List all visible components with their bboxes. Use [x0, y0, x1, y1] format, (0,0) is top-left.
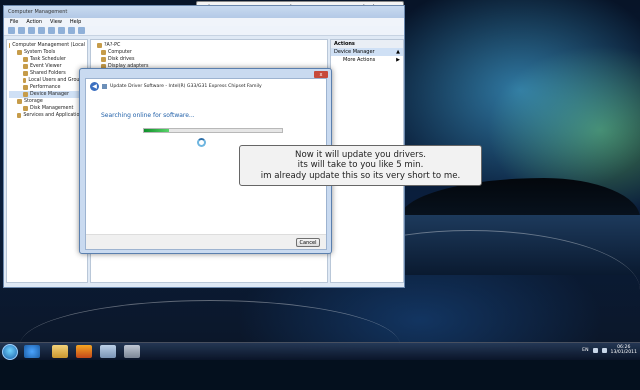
computer-management-taskbar-icon[interactable]: [124, 345, 140, 358]
uninstall-icon[interactable]: [78, 27, 85, 34]
menu-help[interactable]: Help: [70, 19, 81, 25]
storage-icon: [17, 99, 22, 104]
back-arrow-icon: ◀: [92, 83, 97, 90]
taskbar: EN 06:26 13/01/2011: [0, 342, 640, 360]
submenu-arrow-icon: ▶: [396, 57, 400, 63]
note-line: Now it will update you drivers.: [295, 150, 426, 161]
tree-item-local-users[interactable]: Local Users and Groups: [9, 77, 85, 84]
volume-icon[interactable]: [601, 347, 607, 353]
app-window-icon[interactable]: [100, 345, 116, 358]
menu-bar: File Action View Help: [4, 18, 404, 26]
system-tray: EN 06:26 13/01/2011: [582, 345, 637, 355]
tree-item-disk-management[interactable]: Disk Management: [9, 105, 85, 112]
language-indicator[interactable]: EN: [582, 348, 588, 353]
busy-cursor-icon: [197, 138, 206, 147]
services-icon: [17, 113, 22, 118]
clock-icon: [23, 57, 28, 62]
computer-icon: [101, 50, 106, 55]
properties-icon[interactable]: [38, 27, 45, 34]
users-icon: [23, 78, 27, 83]
back-button[interactable]: ◀: [90, 82, 99, 91]
tree-item-shared-folders[interactable]: Shared Folders: [9, 70, 85, 77]
menu-action[interactable]: Action: [26, 19, 42, 25]
performance-icon: [23, 85, 28, 90]
driver-icon: [102, 84, 107, 89]
progress-fill: [144, 129, 169, 132]
start-button[interactable]: [2, 344, 18, 360]
clock-date: 13/01/2011: [610, 350, 637, 356]
tree-item-system-tools[interactable]: System Tools: [9, 49, 85, 56]
help-icon[interactable]: [48, 27, 55, 34]
dialog-footer: Cancel: [86, 234, 326, 249]
device-category-computer[interactable]: Computer: [93, 49, 325, 56]
up-folder-icon[interactable]: [28, 27, 35, 34]
computer-icon: [9, 43, 11, 48]
clock[interactable]: 06:26 13/01/2011: [611, 345, 637, 355]
annotation-note: Now it will update you drivers. its will…: [239, 145, 482, 186]
event-icon: [23, 64, 28, 69]
scan-hardware-icon[interactable]: [58, 27, 65, 34]
tree-item-performance[interactable]: Performance: [9, 84, 85, 91]
note-line: im already update this so its very short…: [260, 170, 461, 181]
menu-file[interactable]: File: [10, 19, 18, 25]
back-arrow-icon[interactable]: [8, 27, 15, 34]
dialog-header: ◀ Update Driver Software - Intel(R) G33/…: [86, 79, 326, 94]
internet-explorer-icon[interactable]: [24, 345, 40, 358]
network-icon[interactable]: [592, 347, 598, 353]
explorer-folder-icon[interactable]: [52, 345, 68, 358]
actions-header: Actions: [331, 40, 403, 48]
actions-more-actions[interactable]: More Actions ▶: [331, 56, 403, 64]
tree-item-device-manager[interactable]: Device Manager: [9, 91, 85, 98]
tree-item-services-applications[interactable]: Services and Applications: [9, 112, 85, 119]
update-driver-icon[interactable]: [68, 27, 75, 34]
tools-icon: [17, 50, 22, 55]
tree-item-computer-management[interactable]: Computer Management (Local: [9, 42, 85, 49]
tree-item-storage[interactable]: Storage: [9, 98, 85, 105]
device-tree-root[interactable]: ?A?-PC: [93, 42, 325, 49]
collapse-arrow-icon: ▲: [396, 49, 400, 55]
folder-icon: [23, 71, 28, 76]
media-player-icon[interactable]: [76, 345, 92, 358]
menu-view[interactable]: View: [50, 19, 62, 25]
dialog-title: Update Driver Software - Intel(R) G33/G3…: [110, 84, 262, 89]
disk-icon: [23, 106, 28, 111]
note-line: its will take to you like 5 min.: [297, 160, 424, 171]
close-button[interactable]: x: [314, 71, 328, 78]
device-category-disk-drives[interactable]: Disk drives: [93, 56, 325, 63]
tree-item-event-viewer[interactable]: Event Viewer: [9, 63, 85, 70]
search-progress-bar: [143, 128, 283, 133]
disk-icon: [101, 57, 106, 62]
computer-icon: [97, 43, 102, 48]
actions-device-manager[interactable]: Device Manager ▲: [331, 48, 403, 56]
status-text: Searching online for software...: [101, 112, 195, 119]
tree-item-task-scheduler[interactable]: Task Scheduler: [9, 56, 85, 63]
toolbar: [4, 26, 404, 36]
cancel-button[interactable]: Cancel: [296, 238, 320, 247]
device-manager-icon: [23, 92, 28, 97]
forward-arrow-icon[interactable]: [18, 27, 25, 34]
console-tree: Computer Management (Local System Tools …: [6, 39, 88, 283]
window-title: Computer Management: [4, 6, 404, 18]
